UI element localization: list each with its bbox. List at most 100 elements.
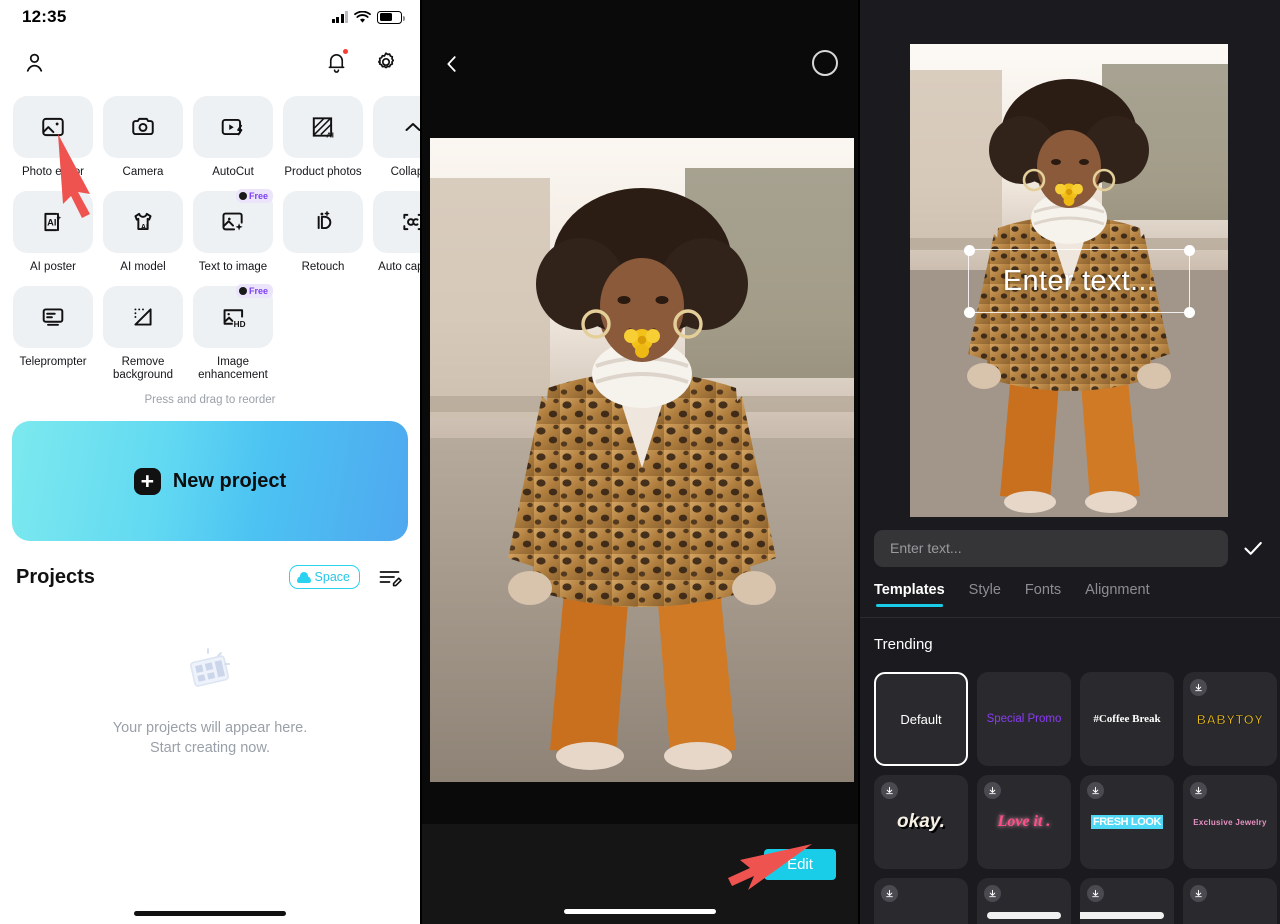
tool-auto-captions[interactable]: Auto captions	[373, 191, 420, 274]
resize-handle-top-right[interactable]	[1183, 244, 1195, 256]
home-indicator	[134, 911, 286, 916]
tool-label: AutoCut	[212, 166, 254, 178]
tool-row: Teleprompter Remove background Free HD I…	[8, 284, 412, 386]
circle-outline-icon[interactable]	[812, 50, 838, 76]
svg-text:AI: AI	[141, 223, 148, 231]
tab-templates[interactable]: Templates	[874, 582, 945, 607]
edit-button[interactable]: Edit	[764, 849, 836, 880]
download-icon[interactable]	[1190, 679, 1207, 696]
tab-alignment[interactable]: Alignment	[1085, 582, 1149, 607]
svg-text:AI: AI	[47, 218, 56, 228]
text-editor-panel: Enter text... Enter text... Templates St…	[860, 0, 1280, 924]
clock-icon	[238, 287, 247, 295]
editor-tabs: Templates Style Fonts Alignment	[860, 582, 1280, 616]
teleprompter-icon	[13, 286, 93, 348]
download-icon[interactable]	[1190, 885, 1207, 902]
template-okay[interactable]: okay.	[874, 775, 968, 869]
gear-icon[interactable]	[372, 48, 400, 76]
resize-handle-bottom-left[interactable]	[963, 306, 975, 318]
free-badge: Free	[235, 189, 273, 203]
template-business-agency[interactable]: BUSINESS AGENCY	[977, 878, 1071, 924]
template-promoting-an[interactable]: Promoting an	[1080, 878, 1174, 924]
preview-panel: Edit	[420, 0, 860, 924]
app-bar-actions	[322, 48, 400, 76]
projects-empty-state: Your projects will appear here. Start cr…	[0, 647, 420, 758]
preview-photo	[430, 138, 854, 782]
template-love-it[interactable]: Love it .	[977, 775, 1071, 869]
text-layer-selection-box[interactable]: Enter text...	[963, 244, 1195, 318]
tool-label: Product photos	[284, 166, 362, 178]
projects-title: Projects	[16, 565, 95, 588]
template-music[interactable]: MUSIC	[1183, 878, 1277, 924]
product-photos-ai-icon: AI	[283, 96, 363, 158]
svg-text:HD: HD	[234, 320, 246, 329]
template-special-promo[interactable]: Special Promo	[977, 672, 1071, 766]
sort-edit-icon[interactable]	[376, 563, 404, 591]
template-bar-decoration	[1080, 912, 1164, 919]
tool-ai-model[interactable]: AI AI model	[103, 191, 183, 274]
empty-state-line2: Start creating now.	[149, 740, 271, 756]
tool-label: Camera	[122, 166, 164, 178]
download-icon[interactable]	[984, 782, 1001, 799]
check-icon[interactable]	[1240, 535, 1266, 561]
bell-icon[interactable]	[322, 48, 350, 76]
download-icon[interactable]	[881, 782, 898, 799]
download-icon[interactable]	[984, 885, 1001, 902]
template-bar-decoration	[987, 912, 1061, 919]
tool-photo-editor[interactable]: Photo editor	[13, 96, 93, 179]
template-what-it[interactable]: WHAT IT	[874, 878, 968, 924]
template-label: Love it .	[997, 813, 1051, 830]
download-icon[interactable]	[1087, 782, 1104, 799]
free-badge-label: Free	[248, 286, 268, 296]
tool-teleprompter[interactable]: Teleprompter	[13, 286, 93, 382]
tool-image-enhancement[interactable]: Free HD Image enhancement	[193, 284, 273, 382]
template-label: Special Promo	[986, 713, 1062, 725]
tool-collapse[interactable]: Collapse	[373, 96, 420, 179]
download-icon[interactable]	[1190, 782, 1207, 799]
status-bar-icons	[331, 10, 405, 24]
tabs-divider	[860, 617, 1280, 618]
download-icon[interactable]	[881, 885, 898, 902]
three-panel-screenshot: 12:35 Photo editor Camera AutoCut AI Pro…	[0, 0, 1280, 924]
template-babytoy[interactable]: BABYTOY	[1183, 672, 1277, 766]
template-fresh-look[interactable]: FRESH LOOK	[1080, 775, 1174, 869]
tool-autocut[interactable]: AutoCut	[193, 96, 273, 179]
template-label: Exclusive Jewelry	[1193, 817, 1267, 827]
free-badge: Free	[235, 284, 273, 298]
resize-handle-top-left[interactable]	[963, 244, 975, 256]
tool-camera[interactable]: Camera	[103, 96, 183, 179]
svg-text:AI: AI	[326, 130, 334, 139]
notification-badge-dot	[342, 48, 349, 55]
tab-fonts[interactable]: Fonts	[1025, 582, 1061, 607]
section-title-trending: Trending	[874, 636, 933, 653]
template-exclusive-jewelry[interactable]: Exclusive Jewelry	[1183, 775, 1277, 869]
template-coffee-break[interactable]: #Coffee Break	[1080, 672, 1174, 766]
tool-remove-background[interactable]: Remove background	[103, 286, 183, 382]
space-button-label: Space	[314, 570, 350, 584]
text-input[interactable]: Enter text...	[874, 529, 1228, 567]
tool-row: Photo editor Camera AutoCut AI Product p…	[8, 96, 420, 183]
download-icon[interactable]	[1087, 885, 1104, 902]
remove-background-icon	[103, 286, 183, 348]
profile-icon[interactable]	[20, 48, 48, 76]
ai-poster-icon: AI	[13, 191, 93, 253]
new-project-button[interactable]: New project	[12, 421, 408, 541]
template-default[interactable]: Default	[874, 672, 968, 766]
template-label: okay.	[897, 811, 945, 832]
tool-text-to-image[interactable]: Free Text to image	[193, 189, 273, 274]
tool-retouch[interactable]: Retouch	[283, 191, 363, 274]
home-screen-panel: 12:35 Photo editor Camera AutoCut AI Pro…	[0, 0, 420, 924]
wifi-icon	[354, 10, 371, 23]
tool-ai-poster[interactable]: AI AI poster	[13, 191, 93, 274]
tab-style[interactable]: Style	[969, 582, 1001, 607]
projects-header-actions: Space	[288, 563, 404, 591]
text-layer-placeholder: Enter text...	[1002, 264, 1156, 297]
home-indicator	[564, 909, 716, 914]
tool-product-photos[interactable]: AI Product photos	[283, 96, 363, 179]
chevron-left-icon[interactable]	[438, 50, 466, 78]
free-badge-label: Free	[248, 191, 268, 201]
resize-handle-bottom-right[interactable]	[1183, 306, 1195, 318]
space-button[interactable]: Space	[288, 565, 360, 589]
retouch-icon	[283, 191, 363, 253]
template-label: BABYTOY	[1196, 711, 1264, 727]
